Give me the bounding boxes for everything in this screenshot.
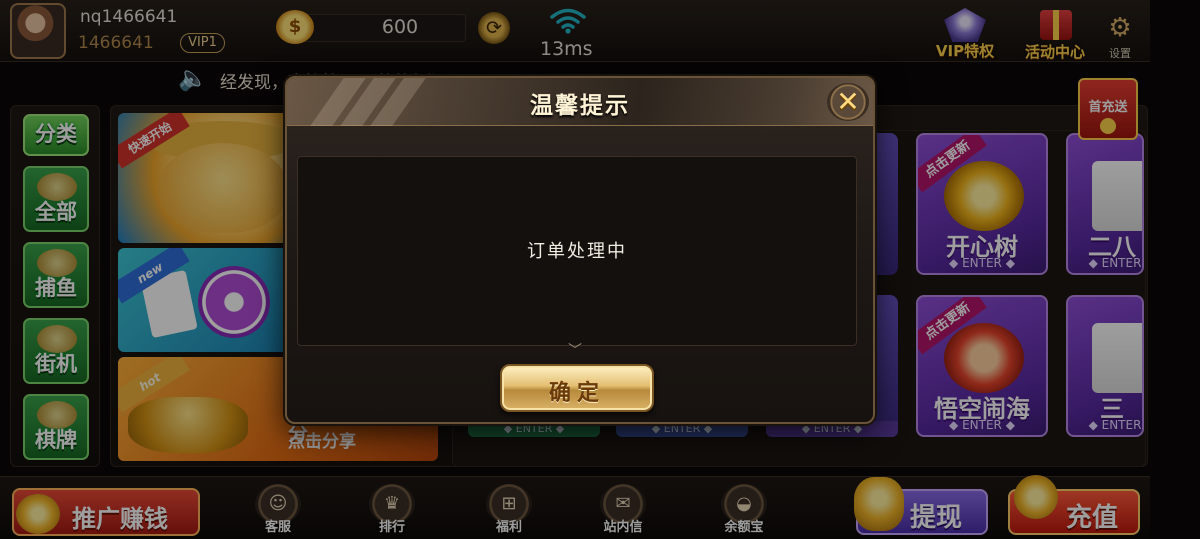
notice-dialog: 温馨提示 ✕ 订单处理中 ﹀ 确定 [285,76,875,424]
dialog-title: 温馨提示 [530,93,630,119]
dialog-header: 温馨提示 [287,78,873,126]
chevron-down-icon: ﹀ [568,343,582,359]
dialog-message: 订单处理中 [527,241,627,262]
close-icon: ✕ [836,85,860,118]
confirm-button[interactable]: 确定 [500,364,654,412]
confirm-label: 确定 [548,381,605,406]
close-button[interactable]: ✕ [827,83,869,121]
dialog-content: 订单处理中 [297,156,857,346]
